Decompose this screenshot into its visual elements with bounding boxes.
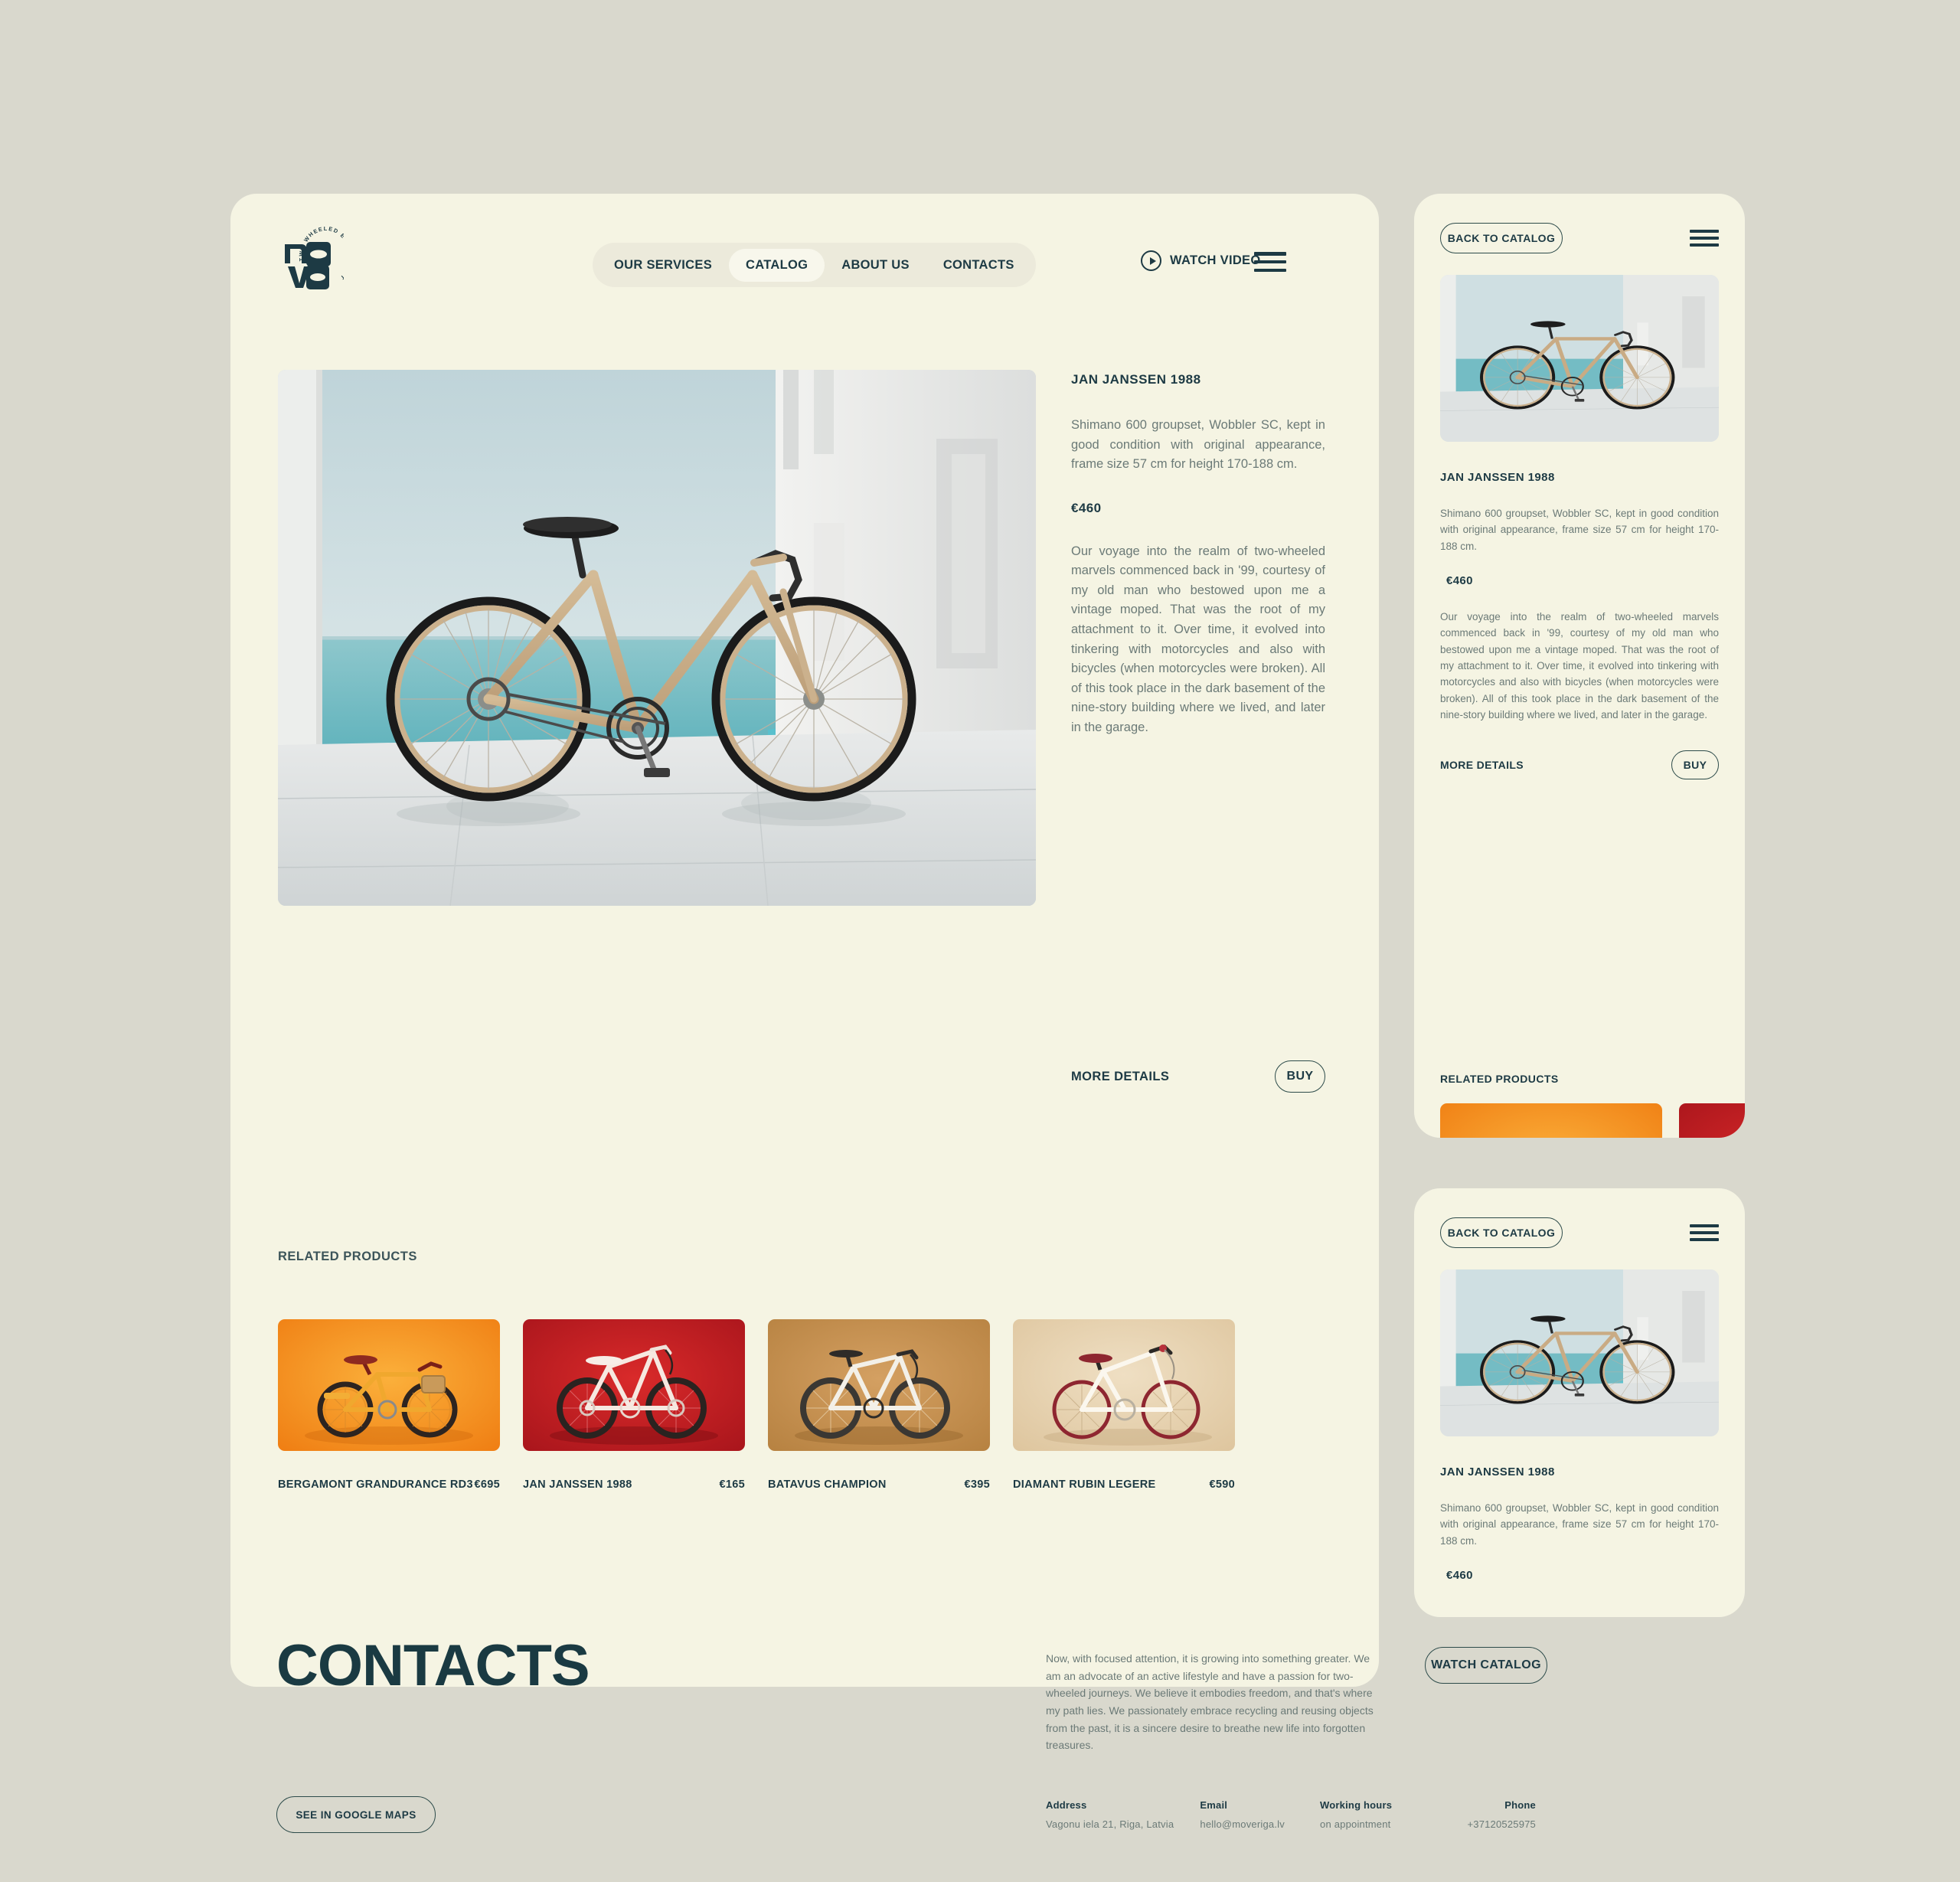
contacts-heading: CONTACTS	[276, 1633, 590, 1698]
footer-email-value[interactable]: hello@moveriga.lv	[1200, 1818, 1320, 1830]
nav-item-our-services[interactable]: OUR SERVICES	[597, 249, 729, 282]
related-product-thumbnail[interactable]	[523, 1319, 745, 1451]
nav-item-catalog[interactable]: CATALOG	[729, 248, 825, 282]
footer-address-value: Vagonu iela 21, Riga, Latvia	[1046, 1818, 1174, 1830]
related-product-card[interactable]: BERGAMONT GRANDURANCE RD3 €695	[278, 1319, 500, 1491]
footer-hours-value: on appointment	[1320, 1818, 1391, 1830]
mobile-product-title: JAN JANSSEN 1988	[1440, 1465, 1555, 1478]
nav-item-about-us[interactable]: ABOUT US	[825, 249, 926, 282]
primary-nav: OUR SERVICES CATALOG ABOUT US CONTACTS	[593, 243, 1036, 287]
watch-catalog-button[interactable]: WATCH CATALOG	[1425, 1647, 1547, 1684]
mobile-product-price: €460	[1446, 1568, 1473, 1582]
related-product-card[interactable]: JAN JANSSEN 1988 €165	[523, 1319, 745, 1491]
product-price: €460	[1071, 500, 1102, 515]
footer-column-working-hours: Working hours on appointment	[1320, 1799, 1440, 1830]
mobile-product-actions: MORE DETAILS BUY	[1440, 750, 1719, 780]
footer-address-label: Address	[1046, 1799, 1087, 1811]
mobile-product-title: JAN JANSSEN 1988	[1440, 471, 1555, 484]
footer-column-phone: Phone +37120525975	[1440, 1799, 1536, 1830]
related-products-heading: RELATED PRODUCTS	[278, 1250, 417, 1263]
mobile-more-details-link[interactable]: MORE DETAILS	[1440, 759, 1524, 771]
back-to-catalog-button[interactable]: BACK TO CATALOG	[1440, 1217, 1563, 1248]
product-spec: Shimano 600 groupset, Wobbler SC, kept i…	[1071, 418, 1325, 472]
related-product-price: €695	[474, 1478, 500, 1491]
mobile-buy-button[interactable]: BUY	[1671, 750, 1719, 780]
see-in-google-maps-button[interactable]: SEE IN GOOGLE MAPS	[276, 1796, 436, 1833]
related-product-card[interactable]: DIAMANT RUBIN LEGERE €590	[1013, 1319, 1235, 1491]
related-product-name: BERGAMONT GRANDURANCE RD3	[278, 1478, 473, 1491]
related-product-thumbnail[interactable]	[278, 1319, 500, 1451]
back-to-catalog-button[interactable]: BACK TO CATALOG	[1440, 223, 1563, 253]
buy-button[interactable]: BUY	[1275, 1060, 1325, 1093]
mobile-related-product-card[interactable]: JAN JANSSEN 1988 €165	[1679, 1103, 1745, 1138]
mobile-product-story: Our voyage into the realm of two-wheeled…	[1440, 610, 1719, 720]
footer-phone-value[interactable]: +37120525975	[1467, 1818, 1536, 1830]
product-story: Our voyage into the realm of two-wheeled…	[1071, 544, 1325, 734]
mobile-product-hero-image[interactable]	[1440, 275, 1719, 442]
related-product-card[interactable]: BATAVUS CHAMPION €395	[768, 1319, 990, 1491]
desktop-page-card: TWO WHEELED ENTHUSIAST OUR SERVICES CATA…	[230, 194, 1547, 1833]
related-product-name: BATAVUS CHAMPION	[768, 1478, 887, 1491]
related-product-name: JAN JANSSEN 1988	[523, 1478, 632, 1491]
footer-email-label: Email	[1200, 1799, 1228, 1811]
contacts-paragraph: Now, with focused attention, it is growi…	[1046, 1652, 1374, 1752]
brand-logo[interactable]: TWO WHEELED ENTHUSIAST	[278, 219, 344, 292]
mobile-product-info: JAN JANSSEN 1988 Shimano 600 groupset, W…	[1440, 1465, 1719, 1582]
watch-video-label: WATCH VIDEO	[1170, 253, 1261, 267]
related-product-thumbnail[interactable]	[1440, 1103, 1662, 1138]
footer-phone-label: Phone	[1504, 1799, 1536, 1811]
mobile-related-product-card[interactable]: BERGAMONT GRANDURANCE RD3 €695	[1440, 1103, 1662, 1138]
footer-column-email: Email hello@moveriga.lv	[1200, 1799, 1320, 1830]
related-product-name: DIAMANT RUBIN LEGERE	[1013, 1478, 1156, 1491]
mobile-product-hero-image[interactable]	[1440, 1269, 1719, 1436]
mobile-product-price: €460	[1446, 573, 1473, 587]
site-header: TWO WHEELED ENTHUSIAST OUR SERVICES CATA…	[230, 194, 1379, 316]
mobile-mockup-product-page-secondary: BACK TO CATALOG JAN JANSSEN 1988 Shimano…	[1414, 1188, 1745, 1617]
related-product-price: €590	[1209, 1478, 1235, 1491]
mobile-product-spec: Shimano 600 groupset, Wobbler SC, kept i…	[1440, 508, 1719, 552]
mobile-related-products-heading: RELATED PRODUCTS	[1440, 1073, 1559, 1085]
related-product-thumbnail[interactable]	[768, 1319, 990, 1451]
play-circle-icon	[1141, 250, 1161, 271]
footer-hours-label: Working hours	[1320, 1799, 1393, 1811]
footer-column-address: Address Vagonu iela 21, Riga, Latvia	[1046, 1799, 1200, 1830]
mobile-header: BACK TO CATALOG	[1440, 223, 1719, 253]
hamburger-menu-icon[interactable]	[1254, 252, 1286, 272]
mobile-product-spec: Shimano 600 groupset, Wobbler SC, kept i…	[1440, 1502, 1719, 1547]
related-product-price: €165	[719, 1478, 745, 1491]
product-info-panel: JAN JANSSEN 1988 Shimano 600 groupset, W…	[1071, 372, 1325, 737]
product-title: JAN JANSSEN 1988	[1071, 372, 1201, 387]
mobile-product-info: JAN JANSSEN 1988 Shimano 600 groupset, W…	[1440, 471, 1719, 780]
product-hero-image[interactable]	[278, 370, 1036, 906]
hamburger-menu-icon[interactable]	[1690, 230, 1719, 247]
more-details-link[interactable]: MORE DETAILS	[1071, 1070, 1169, 1084]
mobile-mockup-product-page: BACK TO CATALOG JAN JANSSEN 1988 Shimano…	[1414, 194, 1745, 1138]
related-product-price: €395	[964, 1478, 990, 1491]
watch-video-button[interactable]: WATCH VIDEO	[1141, 250, 1261, 271]
product-actions: MORE DETAILS BUY	[1071, 1060, 1325, 1093]
nav-item-contacts[interactable]: CONTACTS	[926, 249, 1031, 282]
mobile-related-products-carousel[interactable]: BERGAMONT GRANDURANCE RD3 €695	[1440, 1103, 1745, 1138]
related-product-thumbnail[interactable]	[1013, 1319, 1235, 1451]
footer-contact-columns: Address Vagonu iela 21, Riga, Latvia Ema…	[1046, 1799, 1536, 1830]
mobile-header: BACK TO CATALOG	[1440, 1217, 1719, 1248]
related-products-grid: BERGAMONT GRANDURANCE RD3 €695 JAN JANSS…	[278, 1319, 1331, 1491]
related-product-thumbnail[interactable]	[1679, 1103, 1745, 1138]
hamburger-menu-icon[interactable]	[1690, 1224, 1719, 1241]
